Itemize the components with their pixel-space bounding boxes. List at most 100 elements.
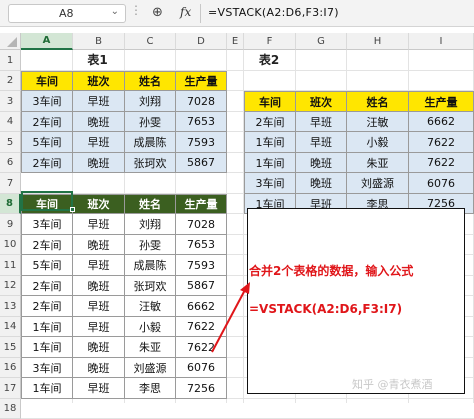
row-header-18[interactable]: 18 bbox=[0, 399, 21, 419]
table1-cell[interactable]: 2车间 bbox=[21, 153, 73, 173]
table1-header-cell[interactable]: 班次 bbox=[73, 71, 125, 91]
result-cell[interactable]: 汪敏 bbox=[125, 296, 176, 317]
table2-cell[interactable]: 晚班 bbox=[296, 153, 347, 173]
table1-cell[interactable]: 早班 bbox=[73, 132, 125, 153]
table1-cell[interactable]: 2车间 bbox=[21, 112, 73, 132]
row-header-12[interactable]: 12 bbox=[0, 276, 21, 296]
row-header-9[interactable]: 9 bbox=[0, 214, 21, 235]
result-cell[interactable]: 刘盛源 bbox=[125, 358, 176, 378]
result-header-cell[interactable]: 姓名 bbox=[125, 194, 176, 214]
table2-cell[interactable]: 晚班 bbox=[296, 173, 347, 194]
result-cell[interactable]: 早班 bbox=[73, 317, 125, 337]
table2-cell[interactable]: 7622 bbox=[409, 132, 474, 153]
table2-cell[interactable]: 6076 bbox=[409, 173, 474, 194]
row-header-8[interactable]: 8 bbox=[0, 194, 21, 214]
table1-cell[interactable]: 晚班 bbox=[73, 153, 125, 173]
result-cell[interactable]: 李思 bbox=[125, 378, 176, 399]
result-cell[interactable]: 成晨陈 bbox=[125, 255, 176, 276]
table1-cell[interactable]: 7028 bbox=[176, 91, 227, 112]
row-header-5[interactable]: 5 bbox=[0, 132, 21, 153]
table2-cell[interactable]: 汪敏 bbox=[347, 112, 409, 132]
result-cell[interactable]: 早班 bbox=[73, 255, 125, 276]
table1-cell[interactable]: 孙雯 bbox=[125, 112, 176, 132]
row-header-10[interactable]: 10 bbox=[0, 235, 21, 255]
table1-cell[interactable]: 成晨陈 bbox=[125, 132, 176, 153]
result-cell[interactable]: 3车间 bbox=[21, 358, 73, 378]
result-cell[interactable]: 3车间 bbox=[21, 214, 73, 235]
result-cell[interactable]: 2车间 bbox=[21, 296, 73, 317]
column-header-f[interactable]: F bbox=[244, 33, 296, 50]
result-cell[interactable]: 1车间 bbox=[21, 337, 73, 358]
table1-cell[interactable]: 早班 bbox=[73, 91, 125, 112]
active-cell-selection[interactable] bbox=[21, 191, 73, 211]
result-cell[interactable]: 1车间 bbox=[21, 378, 73, 399]
row-header-1[interactable]: 1 bbox=[0, 50, 21, 71]
result-cell[interactable]: 早班 bbox=[73, 378, 125, 399]
column-header-e[interactable]: E bbox=[227, 33, 244, 50]
table2-cell[interactable]: 早班 bbox=[296, 132, 347, 153]
table2-cell[interactable]: 1车间 bbox=[244, 132, 296, 153]
column-header-a[interactable]: A bbox=[21, 33, 73, 50]
table1-cell[interactable]: 5车间 bbox=[21, 132, 73, 153]
table1-cell[interactable]: 刘翔 bbox=[125, 91, 176, 112]
column-header-c[interactable]: C bbox=[125, 33, 176, 50]
table1-cell[interactable]: 5867 bbox=[176, 153, 227, 173]
table2-header-cell[interactable]: 生产量 bbox=[409, 91, 474, 112]
table2-cell[interactable]: 1车间 bbox=[244, 153, 296, 173]
result-cell[interactable]: 朱亚 bbox=[125, 337, 176, 358]
result-cell[interactable]: 1车间 bbox=[21, 317, 73, 337]
result-cell[interactable]: 7028 bbox=[176, 214, 227, 235]
table2-header-cell[interactable]: 班次 bbox=[296, 91, 347, 112]
result-cell[interactable]: 刘翔 bbox=[125, 214, 176, 235]
chevron-down-icon[interactable]: ⌄ bbox=[111, 6, 119, 17]
row-header-6[interactable]: 6 bbox=[0, 153, 21, 173]
name-box[interactable]: A8 ⌄ bbox=[8, 4, 126, 23]
select-all-corner[interactable] bbox=[0, 33, 21, 50]
table2-cell[interactable]: 刘盛源 bbox=[347, 173, 409, 194]
row-header-2[interactable]: 2 bbox=[0, 71, 21, 91]
table2-cell[interactable]: 3车间 bbox=[244, 173, 296, 194]
result-cell[interactable]: 2车间 bbox=[21, 276, 73, 296]
column-header-b[interactable]: B bbox=[73, 33, 125, 50]
result-cell[interactable]: 5车间 bbox=[21, 255, 73, 276]
table1-header-cell[interactable]: 车间 bbox=[21, 71, 73, 91]
zoom-search-icon[interactable]: ⊕ bbox=[152, 5, 163, 20]
table2-cell[interactable]: 早班 bbox=[296, 112, 347, 132]
result-cell[interactable]: 张珂欢 bbox=[125, 276, 176, 296]
row-header-13[interactable]: 13 bbox=[0, 296, 21, 317]
row-header-4[interactable]: 4 bbox=[0, 112, 21, 132]
table1-cell[interactable]: 晚班 bbox=[73, 112, 125, 132]
result-header-cell[interactable]: 班次 bbox=[73, 194, 125, 214]
result-cell[interactable]: 孙雯 bbox=[125, 235, 176, 255]
table2-cell[interactable]: 6662 bbox=[409, 112, 474, 132]
result-cell[interactable]: 6076 bbox=[176, 358, 227, 378]
table2-cell[interactable]: 小毅 bbox=[347, 132, 409, 153]
table1-cell[interactable]: 7593 bbox=[176, 132, 227, 153]
table2-cell[interactable]: 2车间 bbox=[244, 112, 296, 132]
result-cell[interactable]: 早班 bbox=[73, 214, 125, 235]
result-cell[interactable]: 晚班 bbox=[73, 337, 125, 358]
row-header-15[interactable]: 15 bbox=[0, 337, 21, 358]
table1-cell[interactable]: 张珂欢 bbox=[125, 153, 176, 173]
column-header-g[interactable]: G bbox=[296, 33, 347, 50]
result-cell[interactable]: 晚班 bbox=[73, 235, 125, 255]
table2-header-cell[interactable]: 姓名 bbox=[347, 91, 409, 112]
column-header-d[interactable]: D bbox=[176, 33, 227, 50]
row-header-11[interactable]: 11 bbox=[0, 255, 21, 276]
result-cell[interactable]: 小毅 bbox=[125, 317, 176, 337]
result-cell[interactable]: 2车间 bbox=[21, 235, 73, 255]
table1-cell[interactable]: 7653 bbox=[176, 112, 227, 132]
row-header-17[interactable]: 17 bbox=[0, 378, 21, 399]
fx-icon[interactable]: fx bbox=[180, 5, 191, 19]
result-cell[interactable]: 7653 bbox=[176, 235, 227, 255]
result-header-cell[interactable]: 生产量 bbox=[176, 194, 227, 214]
row-header-7[interactable]: 7 bbox=[0, 173, 21, 194]
row-header-16[interactable]: 16 bbox=[0, 358, 21, 378]
table2-cell[interactable]: 朱亚 bbox=[347, 153, 409, 173]
column-header-i[interactable]: I bbox=[409, 33, 474, 50]
fill-handle[interactable] bbox=[70, 207, 75, 212]
table2-header-cell[interactable]: 车间 bbox=[244, 91, 296, 112]
row-header-3[interactable]: 3 bbox=[0, 91, 21, 112]
row-header-14[interactable]: 14 bbox=[0, 317, 21, 337]
result-cell[interactable]: 晚班 bbox=[73, 358, 125, 378]
